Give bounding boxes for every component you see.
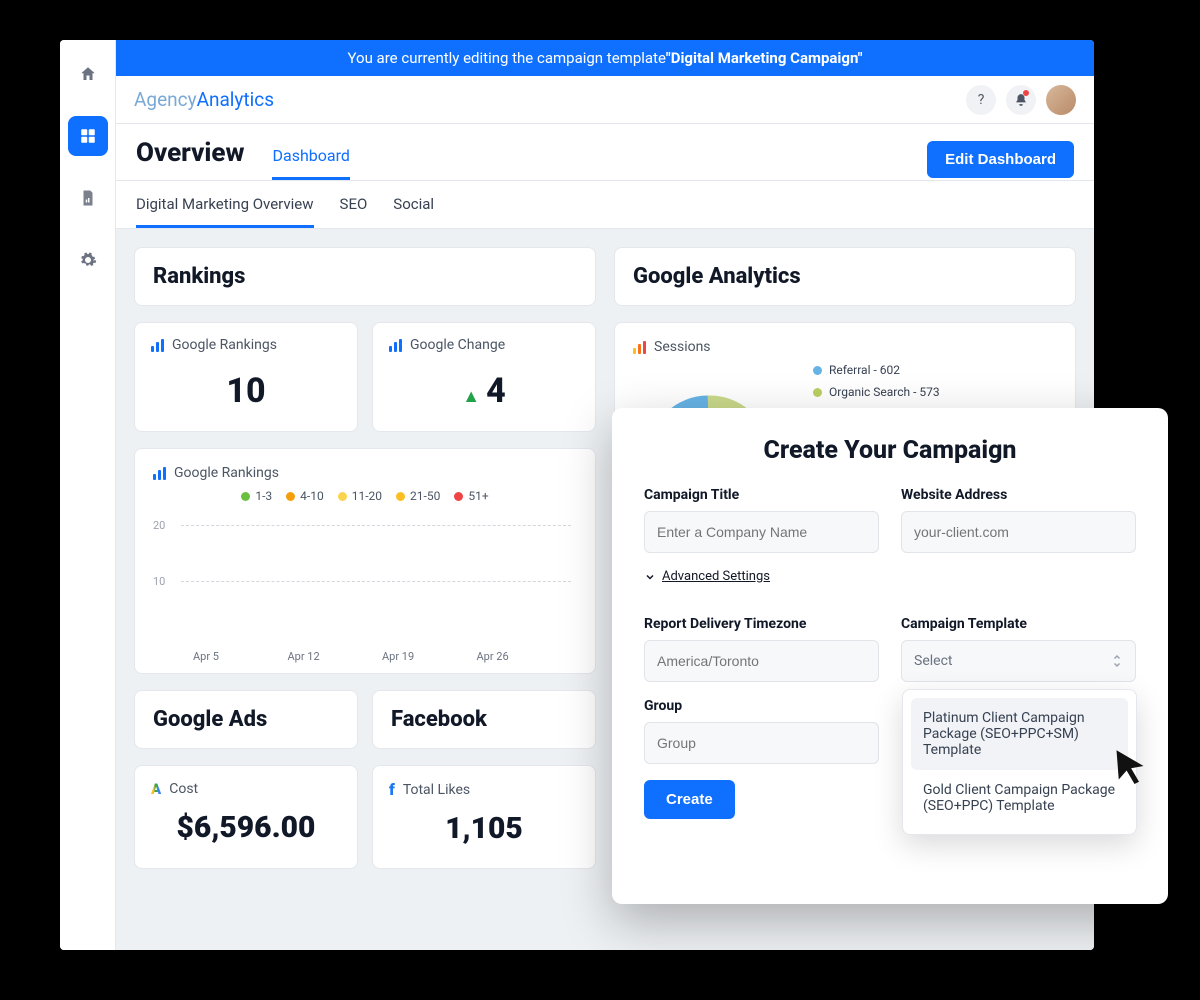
likes-card: fTotal Likes 1,105 xyxy=(372,765,596,869)
bars-icon xyxy=(151,339,164,352)
sidebar-dashboard[interactable] xyxy=(68,116,108,156)
cursor-icon xyxy=(1112,748,1148,784)
group-input[interactable] xyxy=(644,722,879,764)
google-change-value: ▲4 xyxy=(389,371,579,411)
bars-icon xyxy=(389,339,402,352)
google-ads-icon: A xyxy=(151,780,161,798)
select-chevrons-icon xyxy=(1111,653,1123,669)
rankings-chart-card: Google Rankings 1-34-1011-2021-5051+ 20 … xyxy=(134,448,596,674)
sidebar-home[interactable] xyxy=(68,54,108,94)
website-input[interactable] xyxy=(901,511,1136,553)
likes-value: 1,105 xyxy=(389,811,579,846)
banner-name: "Digital Marketing Campaign" xyxy=(666,49,863,67)
create-campaign-modal: Create Your Campaign Campaign Title Webs… xyxy=(612,408,1168,904)
google-change-card: Google Change ▲4 xyxy=(372,322,596,432)
modal-title: Create Your Campaign xyxy=(644,436,1136,465)
campaign-title-input[interactable] xyxy=(644,511,879,553)
sidebar-reports[interactable] xyxy=(68,178,108,218)
facebook-title-card: Facebook xyxy=(372,690,596,749)
cost-value: $6,596.00 xyxy=(151,810,341,845)
template-select[interactable]: Select Platinum Client Campaign Package … xyxy=(901,640,1136,682)
avatar[interactable] xyxy=(1046,85,1076,115)
up-arrow-icon: ▲ xyxy=(462,386,480,407)
banner-prefix: You are currently editing the campaign t… xyxy=(347,49,665,67)
notifications-button[interactable] xyxy=(1006,85,1036,115)
page-title: Overview xyxy=(136,138,244,168)
notification-dot xyxy=(1023,90,1029,96)
tabs-row: Digital Marketing Overview SEO Social xyxy=(116,181,1094,229)
campaign-title-label: Campaign Title xyxy=(644,487,879,503)
subtab-dashboard[interactable]: Dashboard xyxy=(272,146,349,180)
analytics-icon xyxy=(633,341,646,354)
sidebar-settings[interactable] xyxy=(68,240,108,280)
gear-icon xyxy=(79,251,97,269)
advanced-settings-toggle[interactable]: Advanced Settings xyxy=(644,569,1136,584)
tab-social[interactable]: Social xyxy=(393,195,434,228)
timezone-label: Report Delivery Timezone xyxy=(644,616,879,632)
rankings-card: Rankings xyxy=(134,247,596,306)
ga-title-card: Google Analytics xyxy=(614,247,1076,306)
grid-icon xyxy=(79,127,97,145)
timezone-input[interactable] xyxy=(644,640,879,682)
tab-overview[interactable]: Digital Marketing Overview xyxy=(136,195,314,228)
template-option-0[interactable]: Platinum Client Campaign Package (SEO+PP… xyxy=(911,698,1128,770)
rankings-chart: 20 10 Apr 5Apr 12Apr 19Apr 26 xyxy=(153,513,577,663)
group-label: Group xyxy=(644,698,879,714)
template-dropdown: Platinum Client Campaign Package (SEO+PP… xyxy=(902,689,1137,835)
tab-seo[interactable]: SEO xyxy=(340,195,368,228)
home-icon xyxy=(79,65,97,83)
template-banner: You are currently editing the campaign t… xyxy=(116,40,1094,76)
website-label: Website Address xyxy=(901,487,1136,503)
chart-legend: 1-34-1011-2021-5051+ xyxy=(153,489,577,503)
create-button[interactable]: Create xyxy=(644,780,735,819)
google-rankings-card: Google Rankings 10 xyxy=(134,322,358,432)
rankings-title: Rankings xyxy=(153,264,577,289)
help-button[interactable]: ? xyxy=(966,85,996,115)
google-rankings-value: 10 xyxy=(151,371,341,411)
sidebar xyxy=(60,40,116,950)
google-ads-title-card: Google Ads xyxy=(134,690,358,749)
header-row: Overview Dashboard Edit Dashboard xyxy=(116,124,1094,180)
edit-dashboard-button[interactable]: Edit Dashboard xyxy=(927,141,1074,178)
ga-legend: Referral - 602 Organic Search - 573 xyxy=(813,363,940,399)
template-option-1[interactable]: Gold Client Campaign Package (SEO+PPC) T… xyxy=(911,770,1128,826)
template-label: Campaign Template xyxy=(901,616,1136,632)
facebook-icon: f xyxy=(389,780,395,799)
cost-card: ACost $6,596.00 xyxy=(134,765,358,869)
document-icon xyxy=(79,189,97,207)
chevron-down-icon xyxy=(644,571,656,583)
bars-icon xyxy=(153,467,166,480)
topbar: AgencyAnalytics ? xyxy=(116,76,1094,124)
question-icon: ? xyxy=(978,92,985,108)
logo[interactable]: AgencyAnalytics xyxy=(134,88,274,111)
